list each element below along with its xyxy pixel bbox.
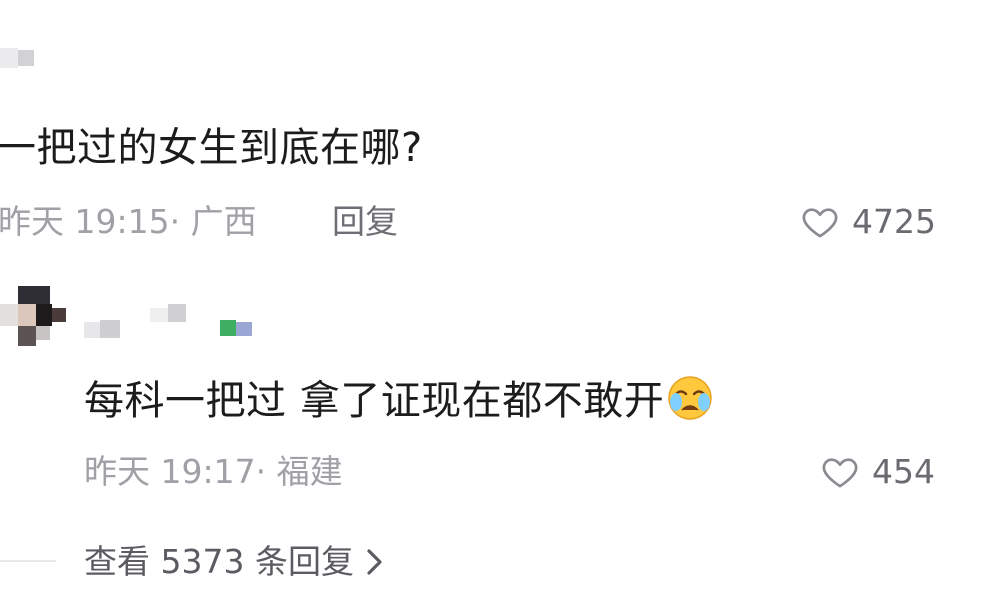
comment-1-text: 一把过的女生到底在哪? [0,125,423,171]
username-blur-6 [150,308,168,322]
badge-blur-green [220,320,236,336]
comment-2-text: 每科一把过 拿了证现在都不敢开 [84,378,665,424]
comment-1-like-button[interactable]: 4725 [800,202,936,242]
comment-1-meta: 昨天 19:15· 广西 [0,202,257,242]
badge-blur-blue [236,322,252,336]
view-replies-button[interactable]: 查看 5373 条回复 [84,542,386,582]
username-blur-1 [0,48,18,68]
comment-1-location: · 广西 [169,202,257,241]
reply-divider [0,560,56,562]
reply-button[interactable]: 回复 [332,202,398,242]
heart-icon [822,458,858,488]
view-replies-label: 查看 5373 条回复 [84,542,354,581]
comment-2-like-count: 454 [872,452,935,491]
username-blur-4 [100,320,120,338]
username-blur-2 [18,50,34,66]
username-blur-5 [168,304,186,322]
comment-2-location: · 福建 [255,452,343,491]
avatar[interactable] [0,286,68,352]
comment-1-like-count: 4725 [852,202,936,241]
comment-1-time: 昨天 19:15 [0,202,170,241]
heart-icon [802,208,838,238]
comment-2-like-button[interactable]: 454 [820,452,935,492]
chevron-right-icon [367,549,382,575]
comment-2-time: 昨天 19:17 [84,452,256,491]
comment-2-text-row: 每科一把过 拿了证现在都不敢开 [84,374,714,425]
comment-2-meta: 昨天 19:17· 福建 [84,452,343,492]
crying-face-emoji [668,376,712,420]
